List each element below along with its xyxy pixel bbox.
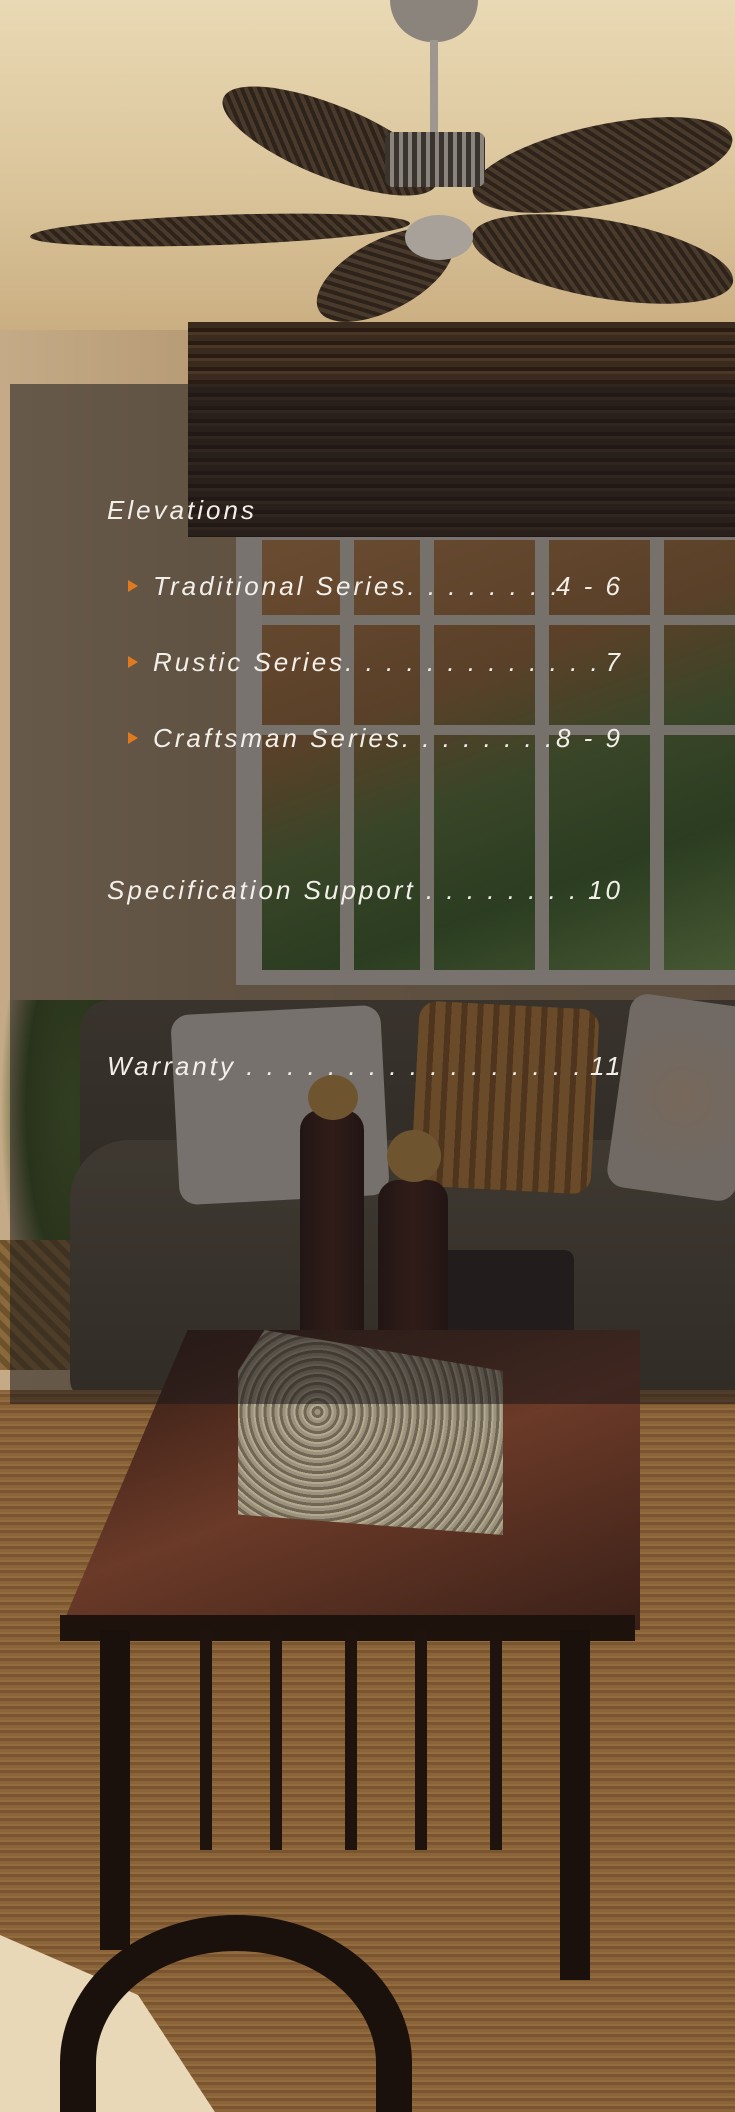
triangle-bullet-icon [128,580,138,592]
coffee-table-slat [270,1630,282,1850]
triangle-bullet-icon [128,656,138,668]
toc-entry-traditional-series[interactable]: Traditional Series. . . . . . . . 4 - 6 [128,568,623,604]
toc-entry-rustic-series[interactable]: Rustic Series. . . . . . . . . . . . . 7 [128,644,623,680]
toc-page-number: 11 [590,1051,623,1081]
fan-motor [385,132,485,187]
toc-page-number: 7 [605,647,623,677]
coffee-table-slat [415,1630,427,1850]
toc-page-number: 10 [588,875,623,905]
toc-label: Craftsman Series. . . . . . . . [153,723,556,753]
coffee-table-slat [345,1630,357,1850]
coffee-table-leg [560,1630,590,1980]
fan-hub [405,215,473,260]
toc-label: Rustic Series. . . . . . . . . . . . . [153,647,601,677]
toc-entry-craftsman-series[interactable]: Craftsman Series. . . . . . . . 8 - 9 [128,720,623,756]
toc-label: Warranty . . . . . . . . . . . . . . . .… [107,1051,625,1081]
toc-entry-elevations[interactable]: Elevations [107,492,623,528]
toc-label: Elevations [107,495,257,525]
triangle-bullet-icon [128,732,138,744]
coffee-table-slat [200,1630,212,1850]
catalog-toc-page: Elevations Traditional Series. . . . . .… [0,0,735,2112]
coffee-table-leg [100,1630,130,1950]
coffee-table-slat [490,1630,502,1850]
toc-label: Specification Support . . . . . . . . . [107,875,600,905]
toc-page-number: 4 - 6 [555,571,623,601]
toc-entry-specification-support[interactable]: Specification Support . . . . . . . . . … [107,872,623,908]
fan-downrod [430,40,438,135]
toc-entry-warranty[interactable]: Warranty . . . . . . . . . . . . . . . .… [107,1048,623,1084]
toc-page-number: 8 - 9 [555,723,623,753]
toc-label: Traditional Series. . . . . . . . [153,571,561,601]
